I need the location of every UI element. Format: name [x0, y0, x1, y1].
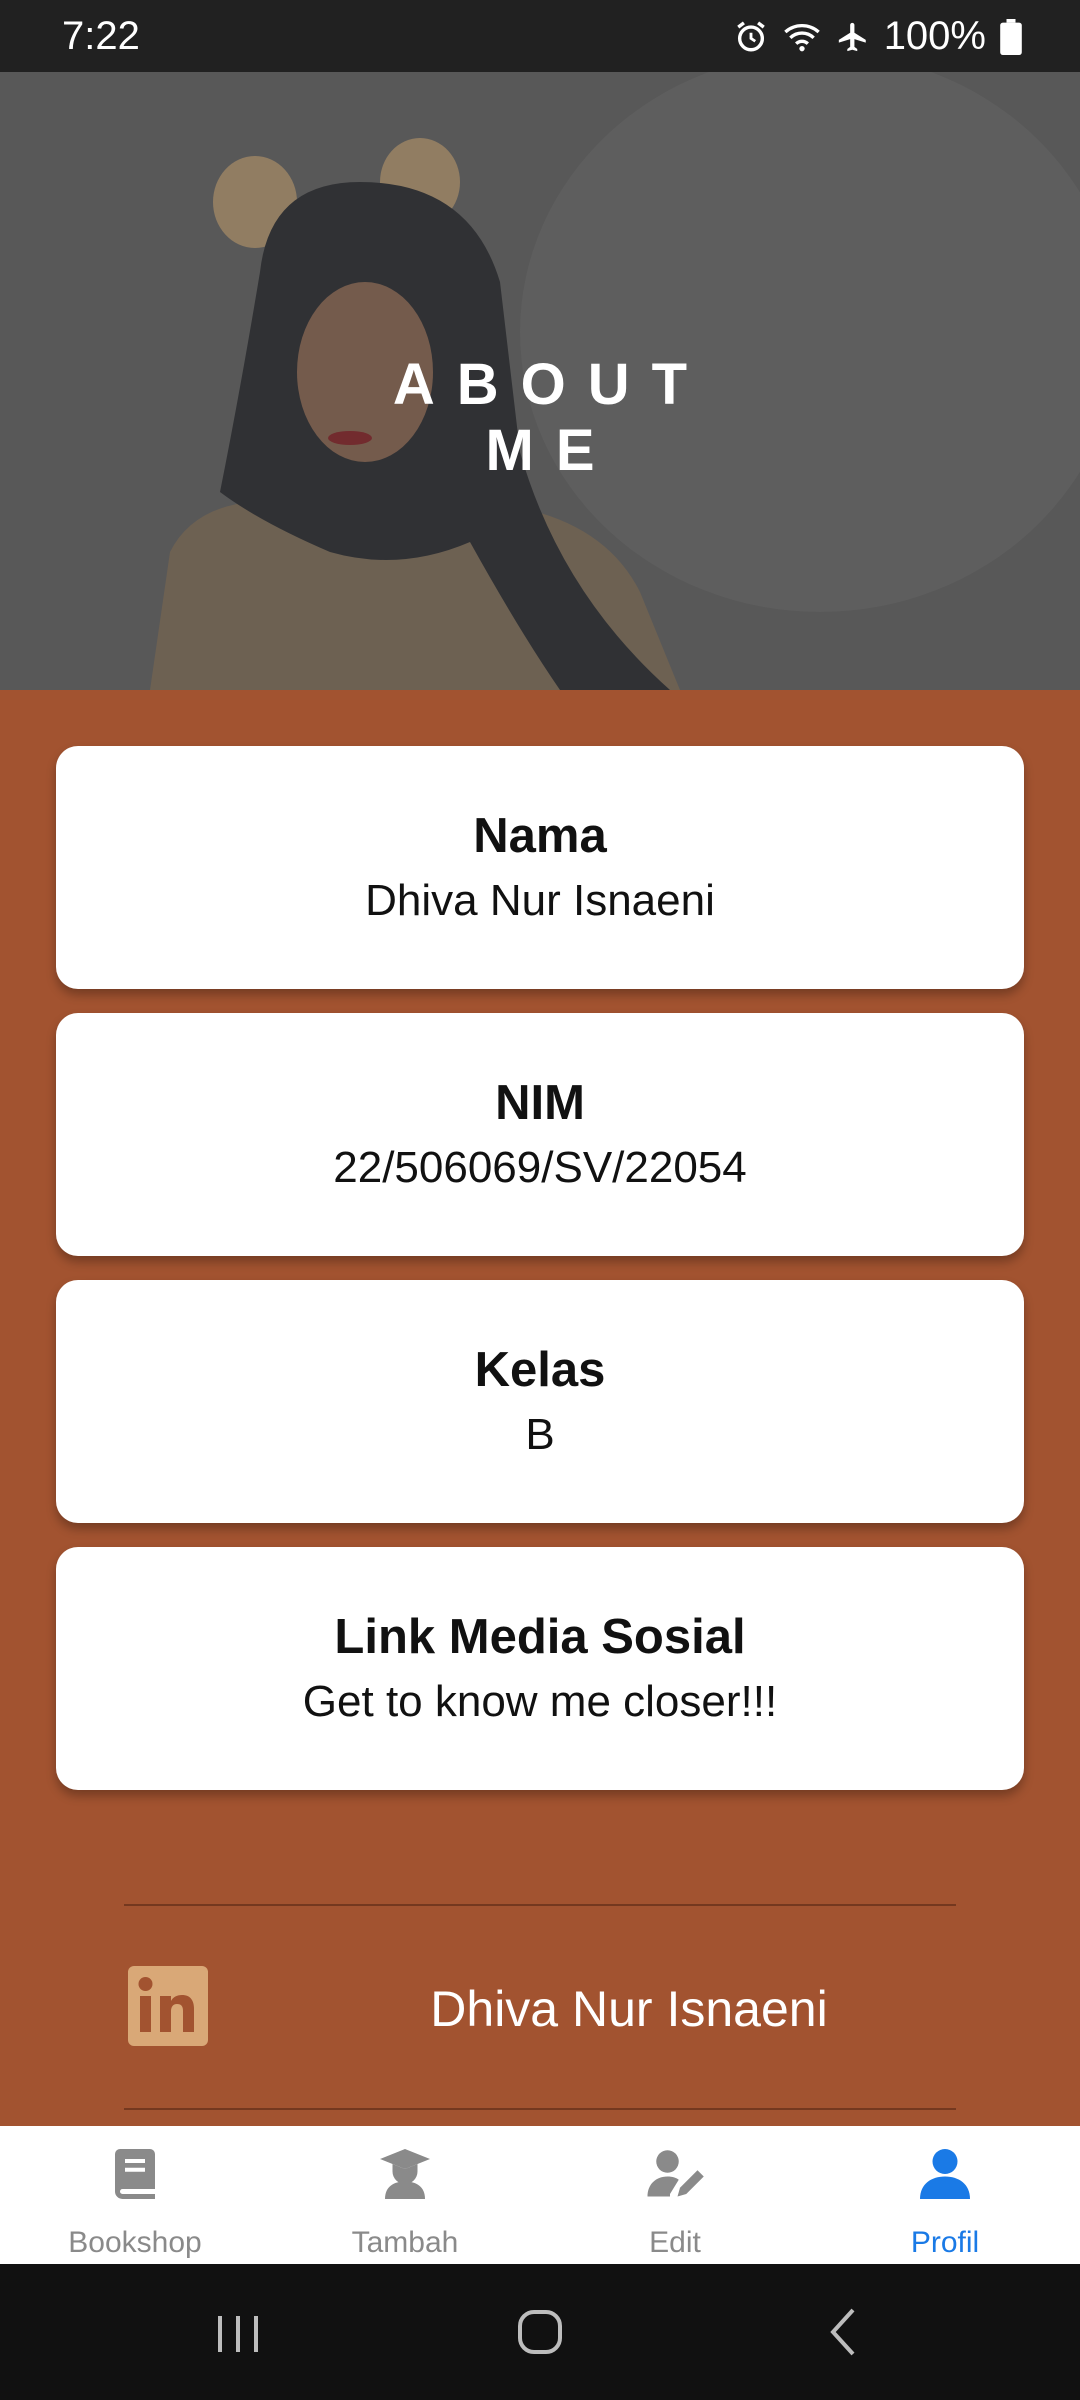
card-value: B — [525, 1410, 555, 1459]
alarm-icon — [736, 20, 765, 51]
wifi-icon — [783, 23, 820, 51]
book-icon — [115, 2149, 155, 2199]
back-icon[interactable] — [805, 2296, 885, 2366]
nav-label: Edit — [649, 2226, 701, 2259]
nav-label: Tambah — [351, 2226, 459, 2259]
system-nav-bar — [0, 2264, 1080, 2400]
home-icon[interactable] — [500, 2296, 580, 2366]
card-kelas: Kelas B — [56, 1280, 1024, 1523]
graduate-icon — [380, 2149, 430, 2199]
card-title: Link Media Sosial — [334, 1610, 746, 1664]
card-value: Dhiva Nur Isnaeni — [365, 876, 715, 925]
user-icon — [920, 2149, 970, 2199]
about-me-title: ABOUT ME — [392, 352, 710, 483]
battery-icon — [1000, 18, 1022, 55]
nav-item-tambah[interactable]: Tambah — [270, 2126, 540, 2264]
card-nama: Nama Dhiva Nur Isnaeni — [56, 746, 1024, 989]
card-value: 22/506069/SV/22054 — [333, 1143, 747, 1192]
recent-apps-icon[interactable] — [198, 2296, 278, 2366]
nav-item-bookshop[interactable]: Bookshop — [0, 2126, 270, 2264]
user-edit-icon — [647, 2150, 704, 2197]
linkedin-icon[interactable] — [128, 1966, 208, 2046]
nav-label: Profil — [910, 2226, 980, 2259]
divider — [124, 2108, 956, 2110]
nav-label: Bookshop — [68, 2226, 202, 2259]
airplane-icon — [838, 22, 866, 51]
card-title: NIM — [495, 1076, 585, 1130]
card-value: Get to know me closer!!! — [302, 1677, 778, 1726]
nav-item-profil[interactable]: Profil — [810, 2126, 1080, 2264]
linkedin-row[interactable]: Dhiva Nur Isnaeni — [124, 1920, 956, 2046]
nav-item-edit[interactable]: Edit — [540, 2126, 810, 2264]
status-bar: 7:22 100% — [0, 0, 1080, 72]
card-nim: NIM 22/506069/SV/22054 — [56, 1013, 1024, 1256]
card-title: Nama — [473, 809, 607, 863]
hero-banner: ABOUT ME — [0, 72, 1080, 690]
card-social-link: Link Media Sosial Get to know me closer!… — [56, 1547, 1024, 1790]
divider — [124, 1904, 956, 1906]
status-time: 7:22 — [62, 14, 140, 58]
bottom-nav: Bookshop Tambah Edit Profil — [0, 2126, 1080, 2264]
card-title: Kelas — [474, 1343, 606, 1397]
linkedin-name[interactable]: Dhiva Nur Isnaeni — [304, 1980, 954, 2038]
status-icons: 100% — [734, 14, 1022, 59]
battery-percent: 100% — [883, 14, 986, 58]
